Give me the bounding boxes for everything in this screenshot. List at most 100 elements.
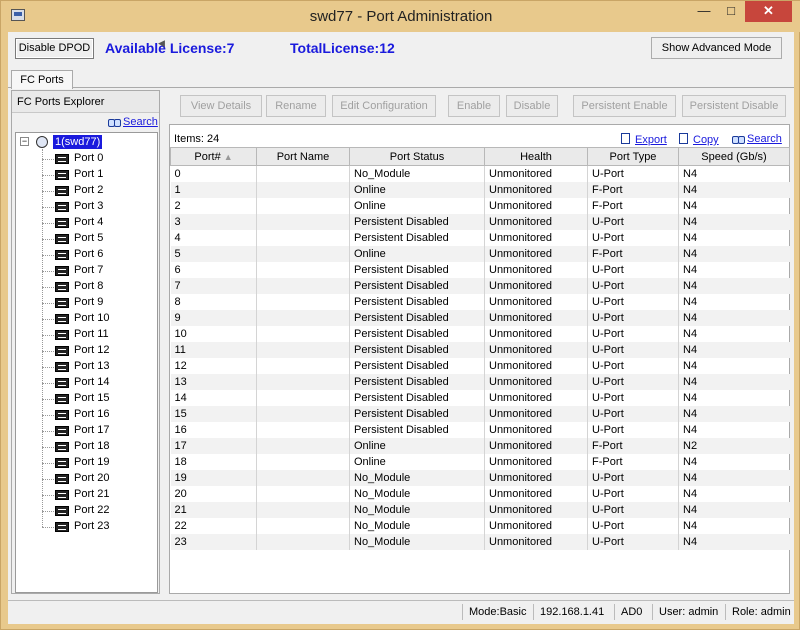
table-row[interactable]: 3 Persistent Disabled Unmonitored U-Port N4 <box>170 213 790 230</box>
enable-button[interactable]: Enable <box>448 95 500 117</box>
port-type-cell: U-Port <box>587 165 679 182</box>
port-type-cell: U-Port <box>587 373 679 390</box>
speed-cell: N4 <box>678 309 790 326</box>
disable-button[interactable]: Disable <box>506 95 558 117</box>
tree-root-switch[interactable]: 1(swd77) <box>53 135 103 149</box>
maximize-button[interactable]: □ <box>718 1 744 22</box>
table-row[interactable]: 8 Persistent Disabled Unmonitored U-Port N4 <box>170 293 790 310</box>
table-row[interactable]: 6 Persistent Disabled Unmonitored U-Port N4 <box>170 261 790 278</box>
tree-connector <box>42 415 54 416</box>
persistent-disable-button[interactable]: Persistent Disable <box>682 95 786 117</box>
rename-button[interactable]: Rename <box>266 95 326 117</box>
explorer-search-link[interactable]: Search <box>108 116 158 128</box>
tab-fc-ports[interactable]: FC Ports <box>11 70 73 89</box>
tree-connector <box>42 447 54 448</box>
column-header[interactable]: Health <box>484 147 588 166</box>
table-row[interactable]: 0 No_Module Unmonitored U-Port N4 <box>170 165 790 182</box>
port-name-cell <box>256 501 350 518</box>
tree-connector <box>42 495 54 496</box>
copy-link[interactable]: Copy <box>679 133 719 146</box>
table-row[interactable]: 7 Persistent Disabled Unmonitored U-Port N4 <box>170 277 790 294</box>
port-status-cell: Persistent Disabled <box>349 341 485 358</box>
port-name-cell <box>256 437 350 454</box>
speed-cell: N4 <box>683 231 698 244</box>
window-title: swd77 - Port Administration <box>309 8 493 25</box>
column-header[interactable]: Port Status <box>349 147 485 166</box>
speed-cell: N4 <box>683 423 698 436</box>
speed-cell: N4 <box>678 277 790 294</box>
table-row[interactable]: 13 Persistent Disabled Unmonitored U-Port N4 <box>170 373 790 390</box>
speed-cell: N4 <box>678 213 790 230</box>
port-type-cell: U-Port <box>587 261 679 278</box>
table-row[interactable]: 15 Persistent Disabled Unmonitored U-Port N4 <box>170 405 790 422</box>
collapse-left-arrow-icon[interactable]: ◀ <box>158 32 166 54</box>
column-header[interactable]: Port Type <box>587 147 679 166</box>
port-name-cell <box>256 213 350 230</box>
port-type-cell: U-Port <box>587 325 679 342</box>
tree-collapse-toggle[interactable]: − <box>20 137 29 146</box>
tree-connector <box>42 303 54 304</box>
health-cell: Unmonitored <box>484 213 588 230</box>
port-number-cell: 4 <box>170 229 257 246</box>
tree-connector <box>42 287 54 288</box>
table-row[interactable]: 11 Persistent Disabled Unmonitored U-Port N4 <box>170 341 790 358</box>
tree-item-label: Port 5 <box>74 232 104 244</box>
port-icon <box>55 522 69 532</box>
port-type-cell: U-Port <box>587 421 679 438</box>
column-header[interactable]: Port Name <box>256 147 350 166</box>
port-number-cell: 20 <box>170 485 257 502</box>
column-header[interactable]: Speed (Gb/s) <box>678 147 790 166</box>
edit-configuration-button[interactable]: Edit Configuration <box>332 95 436 117</box>
table-row[interactable]: 17 Online Unmonitored F-Port N2 <box>170 437 790 454</box>
table-row[interactable]: 10 Persistent Disabled Unmonitored U-Port N4 <box>170 325 790 342</box>
persistent-enable-button[interactable]: Persistent Enable <box>573 95 676 117</box>
table-row[interactable]: 4 Persistent Disabled Unmonitored U-Port N4 <box>170 229 790 246</box>
port-type-cell: U-Port <box>587 517 679 534</box>
table-row[interactable]: 22 No_Module Unmonitored U-Port N4 <box>170 517 790 534</box>
switch-icon <box>36 136 48 148</box>
tree-item-label: Port 8 <box>74 280 104 292</box>
table-row[interactable]: 20 No_Module Unmonitored U-Port N4 <box>170 485 790 502</box>
license-bar: Disable DPOD Available License:7 TotalLi… <box>8 32 794 66</box>
tree-item-label: Port 16 <box>74 408 110 420</box>
port-name-cell <box>256 405 350 422</box>
tree-item-label: Port 17 <box>74 424 110 436</box>
column-header[interactable]: Port# ▲ <box>170 147 257 166</box>
speed-cell: N4 <box>678 245 790 262</box>
table-row[interactable]: 19 No_Module Unmonitored U-Port N4 <box>170 469 790 486</box>
copy-icon <box>679 133 688 144</box>
tree-connector <box>42 463 54 464</box>
grid-search-link[interactable]: Search <box>732 133 782 145</box>
table-row[interactable]: 2 Online Unmonitored F-Port N4 <box>170 197 790 214</box>
speed-cell: N4 <box>683 327 698 340</box>
table-row[interactable]: 14 Persistent Disabled Unmonitored U-Port N4 <box>170 389 790 406</box>
minimize-button[interactable]: — <box>691 1 717 22</box>
port-tree[interactable]: − 1(swd77) Port 0 Port 1 Port 2 Port 3 Port … <box>15 132 158 593</box>
tree-connector <box>42 271 54 272</box>
view-details-button[interactable]: View Details <box>180 95 262 117</box>
table-row[interactable]: 12 Persistent Disabled Unmonitored U-Port N4 <box>170 357 790 374</box>
port-name-cell <box>256 389 350 406</box>
table-row[interactable]: 23 No_Module Unmonitored U-Port N4 <box>170 533 790 550</box>
port-type-cell: U-Port <box>587 309 679 326</box>
port-number-cell: 2 <box>170 197 257 214</box>
fc-ports-explorer: FC Ports Explorer Search − 1(swd77) Port… <box>11 90 160 594</box>
table-row[interactable]: 16 Persistent Disabled Unmonitored U-Port N4 <box>170 421 790 438</box>
port-icon <box>55 346 69 356</box>
port-number-cell: 8 <box>170 293 257 310</box>
export-link[interactable]: Export <box>621 133 667 146</box>
title-bar[interactable]: swd77 - Port Administration — □ ✕ <box>1 1 800 32</box>
table-row[interactable]: 18 Online Unmonitored F-Port N4 <box>170 453 790 470</box>
table-row[interactable]: 21 No_Module Unmonitored U-Port N4 <box>170 501 790 518</box>
port-icon <box>55 442 69 452</box>
show-advanced-mode-button[interactable]: Show Advanced Mode <box>651 37 782 59</box>
port-number-cell: 13 <box>170 373 257 390</box>
table-row[interactable]: 9 Persistent Disabled Unmonitored U-Port N4 <box>170 309 790 326</box>
available-license-label: Available License:7 <box>105 40 235 56</box>
close-button[interactable]: ✕ <box>745 1 792 22</box>
table-row[interactable]: 1 Online Unmonitored F-Port N4 <box>170 181 790 198</box>
table-row[interactable]: 5 Online Unmonitored F-Port N4 <box>170 245 790 262</box>
health-cell: Unmonitored <box>484 293 588 310</box>
disable-dpod-button[interactable]: Disable DPOD <box>15 38 94 59</box>
port-icon <box>55 154 69 164</box>
